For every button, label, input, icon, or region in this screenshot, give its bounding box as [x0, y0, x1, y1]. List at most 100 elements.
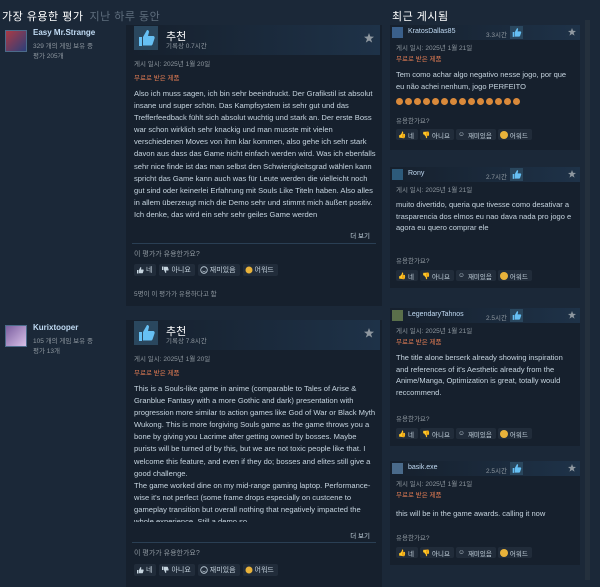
period-filter[interactable]: 지난 하루 동안: [89, 11, 160, 23]
award-button[interactable]: 어워드: [497, 129, 532, 140]
scrollbar[interactable]: [585, 20, 590, 580]
steam-icon[interactable]: [568, 170, 576, 178]
award-button[interactable]: 어워드: [242, 564, 278, 576]
helpful-question: 이 평가가 유용한가요?: [134, 251, 200, 258]
read-more-link[interactable]: 더 보기: [350, 530, 370, 540]
award-button[interactable]: 어워드: [242, 264, 278, 276]
author-name[interactable]: KratosDallas85: [408, 28, 455, 35]
vote-funny-label: 재미있음: [467, 132, 492, 140]
review-count[interactable]: 평가 205개: [33, 50, 64, 60]
vote-funny-button[interactable]: ☺ 재미있음: [455, 428, 496, 439]
avatar[interactable]: [5, 30, 27, 52]
vote-no-label: 아니요: [171, 567, 191, 574]
steam-icon[interactable]: [364, 33, 374, 43]
vote-buttons: 네 아니요 재미있음 어워드: [134, 564, 278, 576]
vote-funny-button[interactable]: ☺ 재미있음: [455, 270, 496, 281]
award-icon: [499, 429, 508, 438]
award-icon: [499, 548, 508, 557]
emoji-icon: [441, 98, 448, 106]
vote-funny-label: 재미있음: [467, 550, 492, 558]
vote-no-button[interactable]: 👎 아니요: [419, 547, 454, 558]
author-name[interactable]: Easy Mr.Strange: [33, 28, 95, 37]
vote-no-label: 아니요: [431, 273, 450, 281]
vote-yes-button[interactable]: 네: [134, 264, 157, 276]
emoji-row: [396, 93, 576, 111]
vote-yes-button[interactable]: 👍 네: [396, 428, 418, 439]
vote-yes-label: 네: [408, 273, 414, 281]
review-count[interactable]: 평가 13개: [33, 345, 60, 355]
vote-yes-button[interactable]: 👍 네: [396, 270, 418, 281]
recent-review-header: Rony 2.7시간: [390, 167, 580, 182]
award-icon: [245, 266, 253, 274]
vote-yes-label: 네: [408, 132, 414, 140]
vote-no-button[interactable]: 아니요: [159, 264, 195, 276]
thumbs-down-icon: [162, 566, 170, 573]
steam-icon[interactable]: [568, 28, 576, 36]
avatar[interactable]: [392, 310, 403, 321]
posted-date: 게시 일시: 2025년 1월 21일: [396, 481, 473, 488]
recent-review-header: KratosDallas85 3.3시간: [390, 25, 580, 40]
author-name[interactable]: Kurixtooper: [33, 323, 78, 332]
award-button[interactable]: 어워드: [497, 428, 532, 439]
avatar[interactable]: [392, 169, 403, 180]
avatar[interactable]: [392, 463, 403, 474]
helpful-question: 이 평가가 유용한가요?: [134, 550, 200, 557]
vote-funny-button[interactable]: ☺ 재미있음: [455, 547, 496, 558]
review-body: 추천 기록상 7.8시간 게시 일시: 2025년 1월 20일 무료로 받은 …: [128, 320, 380, 587]
author-name[interactable]: basik.exe: [408, 464, 438, 471]
emoji-icon: [423, 98, 430, 106]
review-card: Easy Mr.Strange 329 개의 게임 보유 중 평가 205개 추…: [0, 25, 382, 306]
games-owned[interactable]: 329 개의 게임 보유 중: [33, 40, 93, 50]
vote-no-button[interactable]: 👎 아니요: [419, 129, 454, 140]
posted-date: 게시 일시: 2025년 1월 21일: [396, 187, 473, 194]
steam-icon[interactable]: [568, 464, 576, 472]
helpful-question: 유용한가요?: [396, 416, 430, 423]
avatar[interactable]: [392, 27, 403, 38]
emoji-icon: [396, 98, 403, 106]
helpful-question: 유용한가요?: [396, 258, 430, 265]
free-product-label: 무료로 받은 제품: [396, 56, 442, 63]
vote-no-button[interactable]: 👎 아니요: [419, 428, 454, 439]
verdict-bar: 추천 기록상 0.7시간: [130, 25, 380, 55]
vote-no-button[interactable]: 👎 아니요: [419, 270, 454, 281]
vote-funny-button[interactable]: ☺ 재미있음: [455, 129, 496, 140]
vote-yes-button[interactable]: 네: [134, 564, 157, 576]
posted-date: 게시 일시: 2025년 1월 21일: [396, 45, 473, 52]
avatar[interactable]: [5, 325, 27, 347]
posted-date: 게시 일시: 2025년 1월 20일: [134, 61, 211, 68]
award-button[interactable]: 어워드: [497, 547, 532, 558]
emoji-icon: [405, 98, 412, 106]
review-text: this will be in the game awards. calling…: [396, 509, 546, 518]
award-label: 어워드: [509, 431, 528, 439]
emoji-icon: [495, 98, 502, 106]
recent-review-card: basik.exe 2.5시간 게시 일시: 2025년 1월 21일 무료로 …: [390, 461, 580, 565]
thumbs-up-icon: [510, 168, 523, 181]
divider: [132, 243, 376, 244]
games-owned[interactable]: 105 개의 게임 보유 중: [33, 335, 93, 345]
author-name[interactable]: Rony: [408, 170, 424, 177]
steam-icon[interactable]: [568, 311, 576, 319]
helpful-question: 유용한가요?: [396, 118, 430, 125]
helpful-question: 유용한가요?: [396, 535, 430, 542]
vote-buttons: 👍 네 👎 아니요 ☺ 재미있음 어워드: [396, 129, 532, 140]
award-icon: [499, 271, 508, 280]
vote-funny-button[interactable]: 재미있음: [197, 264, 240, 276]
thumbs-up-icon: 👍: [398, 430, 407, 438]
thumbs-up-icon: 👍: [398, 549, 407, 557]
award-button[interactable]: 어워드: [497, 270, 532, 281]
hours-played: 기록상 7.8시간: [166, 338, 207, 345]
vote-buttons: 👍 네 👎 아니요 ☺ 재미있음 어워드: [396, 547, 532, 558]
author-name[interactable]: LegendaryTahnos: [408, 311, 464, 318]
vote-no-button[interactable]: 아니요: [159, 564, 195, 576]
vote-yes-button[interactable]: 👍 네: [396, 547, 418, 558]
steam-icon[interactable]: [364, 328, 374, 338]
vote-yes-button[interactable]: 👍 네: [396, 129, 418, 140]
hours-played: 2.7시간: [486, 174, 507, 181]
hours-played: 기록상 0.7시간: [166, 43, 207, 50]
most-helpful-header: 가장 유용한 평가 지난 하루 동안: [2, 8, 160, 24]
read-more-link[interactable]: 더 보기: [350, 230, 370, 240]
most-helpful-title: 가장 유용한 평가: [2, 11, 84, 23]
review-text: muito divertido, queria que tivesse como…: [396, 200, 572, 232]
vote-funny-button[interactable]: 재미있음: [197, 564, 240, 576]
review-author: Easy Mr.Strange 329 개의 게임 보유 중 평가 205개: [0, 25, 126, 306]
